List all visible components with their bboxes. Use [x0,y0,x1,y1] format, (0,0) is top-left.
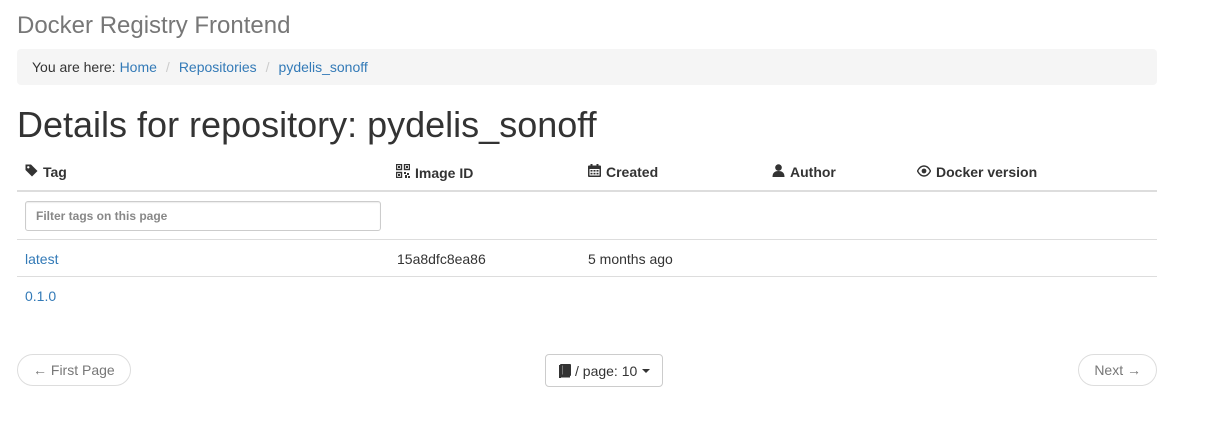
table-row: 0.1.0 [17,277,1157,314]
calendar-icon [588,164,606,180]
created-cell: 5 months ago [588,251,673,267]
table-header: Tag Image ID Created Author Docker versi… [17,154,1157,192]
tag-icon [25,164,43,180]
tag-link[interactable]: 0.1.0 [25,288,56,304]
tag-link[interactable]: latest [25,251,58,267]
eye-icon [916,164,936,180]
breadcrumb: You are here: Home / Repositories / pyde… [17,49,1157,85]
book-icon [559,363,571,378]
breadcrumb-repository-link[interactable]: pydelis_sonoff [279,59,368,75]
breadcrumb-prefix: You are here: [32,59,116,75]
breadcrumb-repositories-link[interactable]: Repositories [179,59,257,75]
column-header-author[interactable]: Author [772,164,836,180]
column-header-tag[interactable]: Tag [25,164,67,180]
image-id-cell: 15a8dfc8ea86 [397,251,486,267]
column-header-docker-version[interactable]: Docker version [916,164,1038,180]
user-icon [772,164,790,180]
items-per-page-label: / page: 10 [575,362,638,379]
column-header-label: Created [606,164,659,180]
column-header-image-id[interactable]: Image ID [395,163,474,181]
app-title[interactable]: Docker Registry Frontend [17,12,290,40]
column-header-label: Image ID [415,164,474,181]
breadcrumb-separator: / [265,59,270,75]
column-header-created[interactable]: Created [588,164,658,180]
filter-row [17,192,1157,240]
breadcrumb-separator: / [165,59,170,75]
page-title: Details for repository: pydelis_sonoff [17,104,597,145]
table-row: latest 15a8dfc8ea86 5 months ago [17,240,1157,277]
column-header-label: Author [790,164,836,180]
qrcode-icon [395,163,415,181]
column-header-label: Docker version [936,164,1038,180]
chevron-down-icon [642,368,651,373]
column-header-label: Tag [43,164,67,180]
next-page-button[interactable]: Next → [1078,354,1157,386]
first-page-button[interactable]: ← First Page [17,354,131,386]
breadcrumb-home-link[interactable]: Home [120,59,157,75]
tag-filter-input[interactable] [25,201,381,231]
items-per-page-dropdown[interactable]: / page: 10 [545,354,664,387]
